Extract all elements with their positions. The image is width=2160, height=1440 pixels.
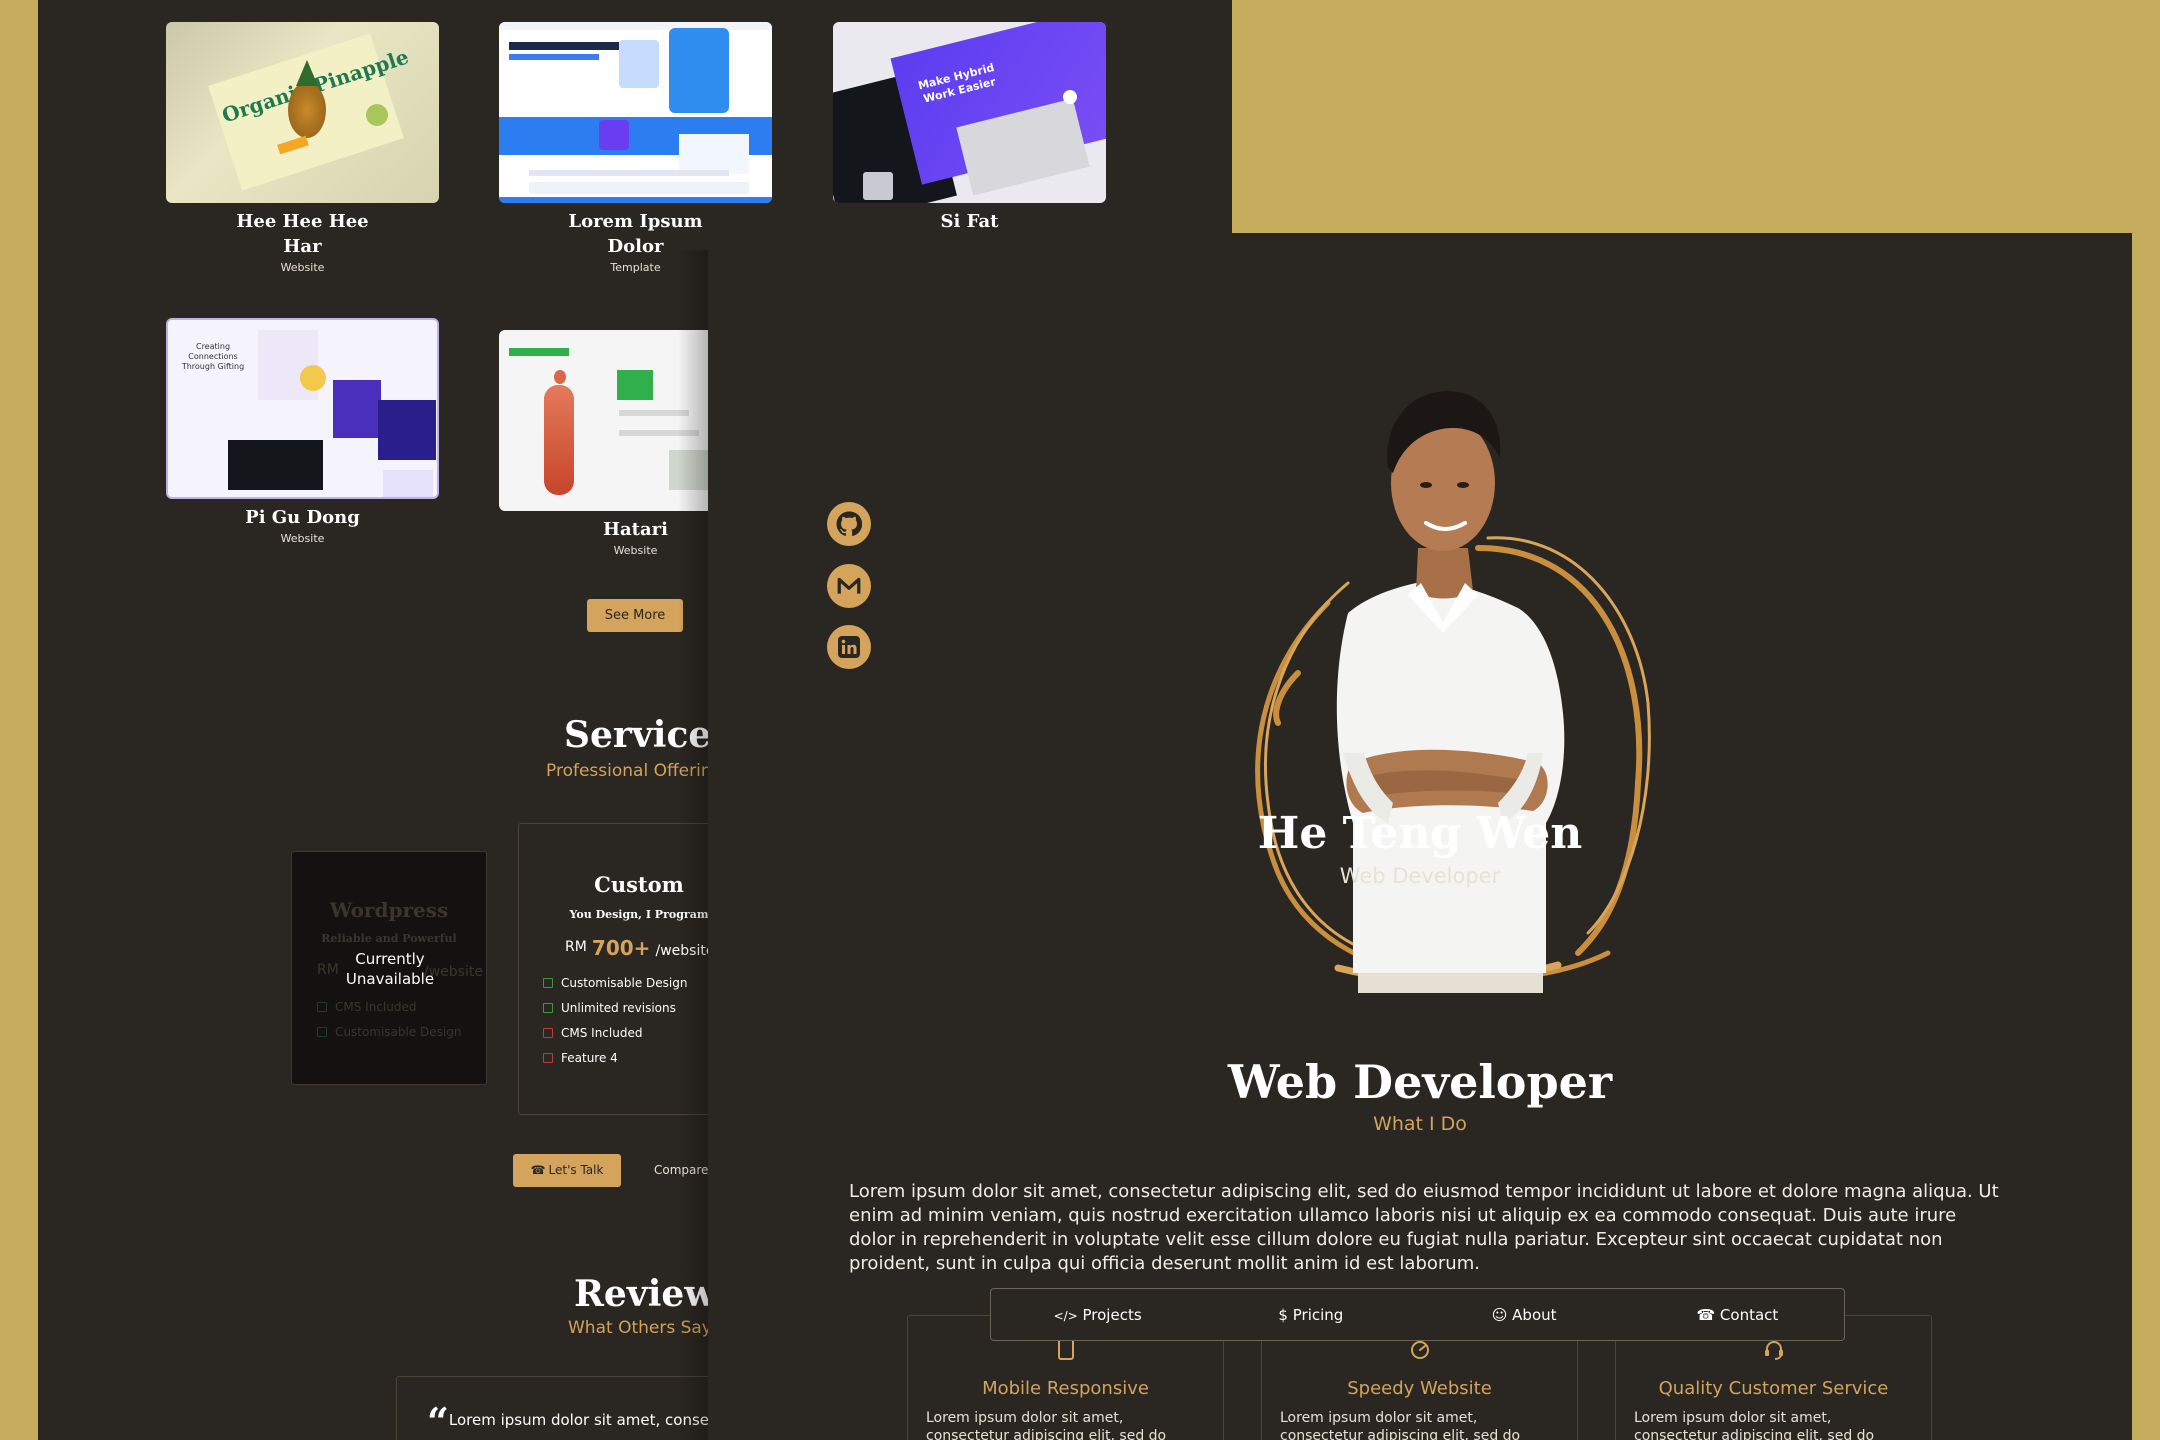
wordpress-pricing-card: Wordpress Reliable and Powerful RM /webs…	[291, 851, 487, 1085]
code-icon: </>	[1053, 1308, 1078, 1323]
wordpress-feature: Customisable Design	[335, 1025, 462, 1039]
custom-feature: CMS Included	[561, 1026, 643, 1040]
nav-about[interactable]: ☺ About	[1418, 1306, 1631, 1324]
pineapple-image	[288, 82, 326, 138]
nav-pricing[interactable]: $ Pricing	[1204, 1306, 1417, 1324]
phone-icon	[926, 1338, 1205, 1364]
project-title: Si Fat	[940, 211, 999, 232]
project-card[interactable]: Creating Connections Through Gifting Pi …	[166, 318, 439, 545]
thumb-headline: Creating Connections Through Gifting	[181, 342, 245, 371]
wordpress-feature: CMS Included	[335, 1000, 417, 1014]
about-subtitle: What I Do	[1373, 1113, 1467, 1135]
project-title: Pi Gu Dong	[245, 507, 360, 528]
nav-contact-label: Contact	[1719, 1305, 1779, 1324]
home-page-window: He Teng Wen Web Developer Web Developer …	[708, 233, 2132, 1440]
project-type: Website	[280, 261, 325, 274]
feature-title: Speedy Website	[1347, 1378, 1492, 1399]
custom-feature: Feature 4	[561, 1051, 618, 1065]
dollar-icon: $	[1278, 1305, 1288, 1324]
see-more-button[interactable]: See More	[587, 599, 683, 632]
phone-icon: ☎	[530, 1163, 546, 1177]
nav-about-label: About	[1512, 1305, 1557, 1324]
project-title: Hee Hee Hee Har	[236, 211, 369, 257]
nav-pricing-label: Pricing	[1292, 1305, 1344, 1324]
quote-icon: “	[427, 1399, 449, 1440]
phone-icon: ☎	[1696, 1305, 1716, 1324]
custom-feature: Customisable Design	[561, 976, 688, 990]
unavailable-overlay: Currently Unavailable	[345, 950, 435, 988]
profile-portrait	[1255, 391, 1651, 993]
feature-desc: Lorem ipsum dolor sit amet, consectetur …	[1280, 1410, 1521, 1440]
hero-name: He Teng Wen	[1257, 808, 1583, 859]
project-thumbnail[interactable]	[499, 22, 772, 203]
nav-projects-label: Projects	[1082, 1305, 1142, 1324]
nav-projects[interactable]: </> Projects	[991, 1306, 1204, 1324]
custom-feature: Unlimited revisions	[561, 1001, 676, 1015]
about-paragraph: Lorem ipsum dolor sit amet, consectetur …	[849, 1181, 1999, 1274]
nav-contact[interactable]: ☎ Contact	[1631, 1306, 1844, 1324]
linkedin-icon[interactable]	[827, 625, 871, 669]
hero-role: Web Developer	[1339, 864, 1501, 888]
wordpress-tagline: Reliable and Powerful	[321, 932, 457, 945]
lets-talk-button[interactable]: ☎ Let's Talk	[513, 1154, 621, 1187]
project-type: Website	[280, 532, 325, 545]
custom-feature-list: Customisable Design Unlimited revisions …	[543, 976, 688, 1076]
project-thumbnail[interactable]: Organic Pinapple	[166, 22, 439, 203]
feature-desc: Lorem ipsum dolor sit amet, consectetur …	[1634, 1410, 1875, 1440]
bottom-navbar: </> Projects $ Pricing ☺ About ☎ Contact	[990, 1288, 1845, 1341]
gauge-icon	[1280, 1338, 1559, 1364]
feature-title: Quality Customer Service	[1658, 1378, 1889, 1399]
project-thumbnail[interactable]: Creating Connections Through Gifting	[166, 318, 439, 499]
lets-talk-label: Let's Talk	[548, 1163, 604, 1177]
user-icon: ☺	[1491, 1305, 1508, 1324]
headset-icon	[1634, 1338, 1913, 1364]
wordpress-title: Wordpress	[329, 898, 449, 922]
feature-title: Mobile Responsive	[982, 1378, 1149, 1399]
github-icon[interactable]	[827, 502, 871, 546]
project-card[interactable]: Make Hybrid Work Easier Si Fat	[833, 22, 1106, 236]
project-thumbnail[interactable]: Make Hybrid Work Easier	[833, 22, 1106, 203]
about-title: Web Developer	[1227, 1055, 1613, 1109]
feature-desc: Lorem ipsum dolor sit amet, consectetur …	[926, 1410, 1167, 1440]
mail-icon[interactable]	[827, 564, 871, 608]
project-card[interactable]: Organic Pinapple Hee Hee Hee Har Website	[166, 22, 439, 274]
